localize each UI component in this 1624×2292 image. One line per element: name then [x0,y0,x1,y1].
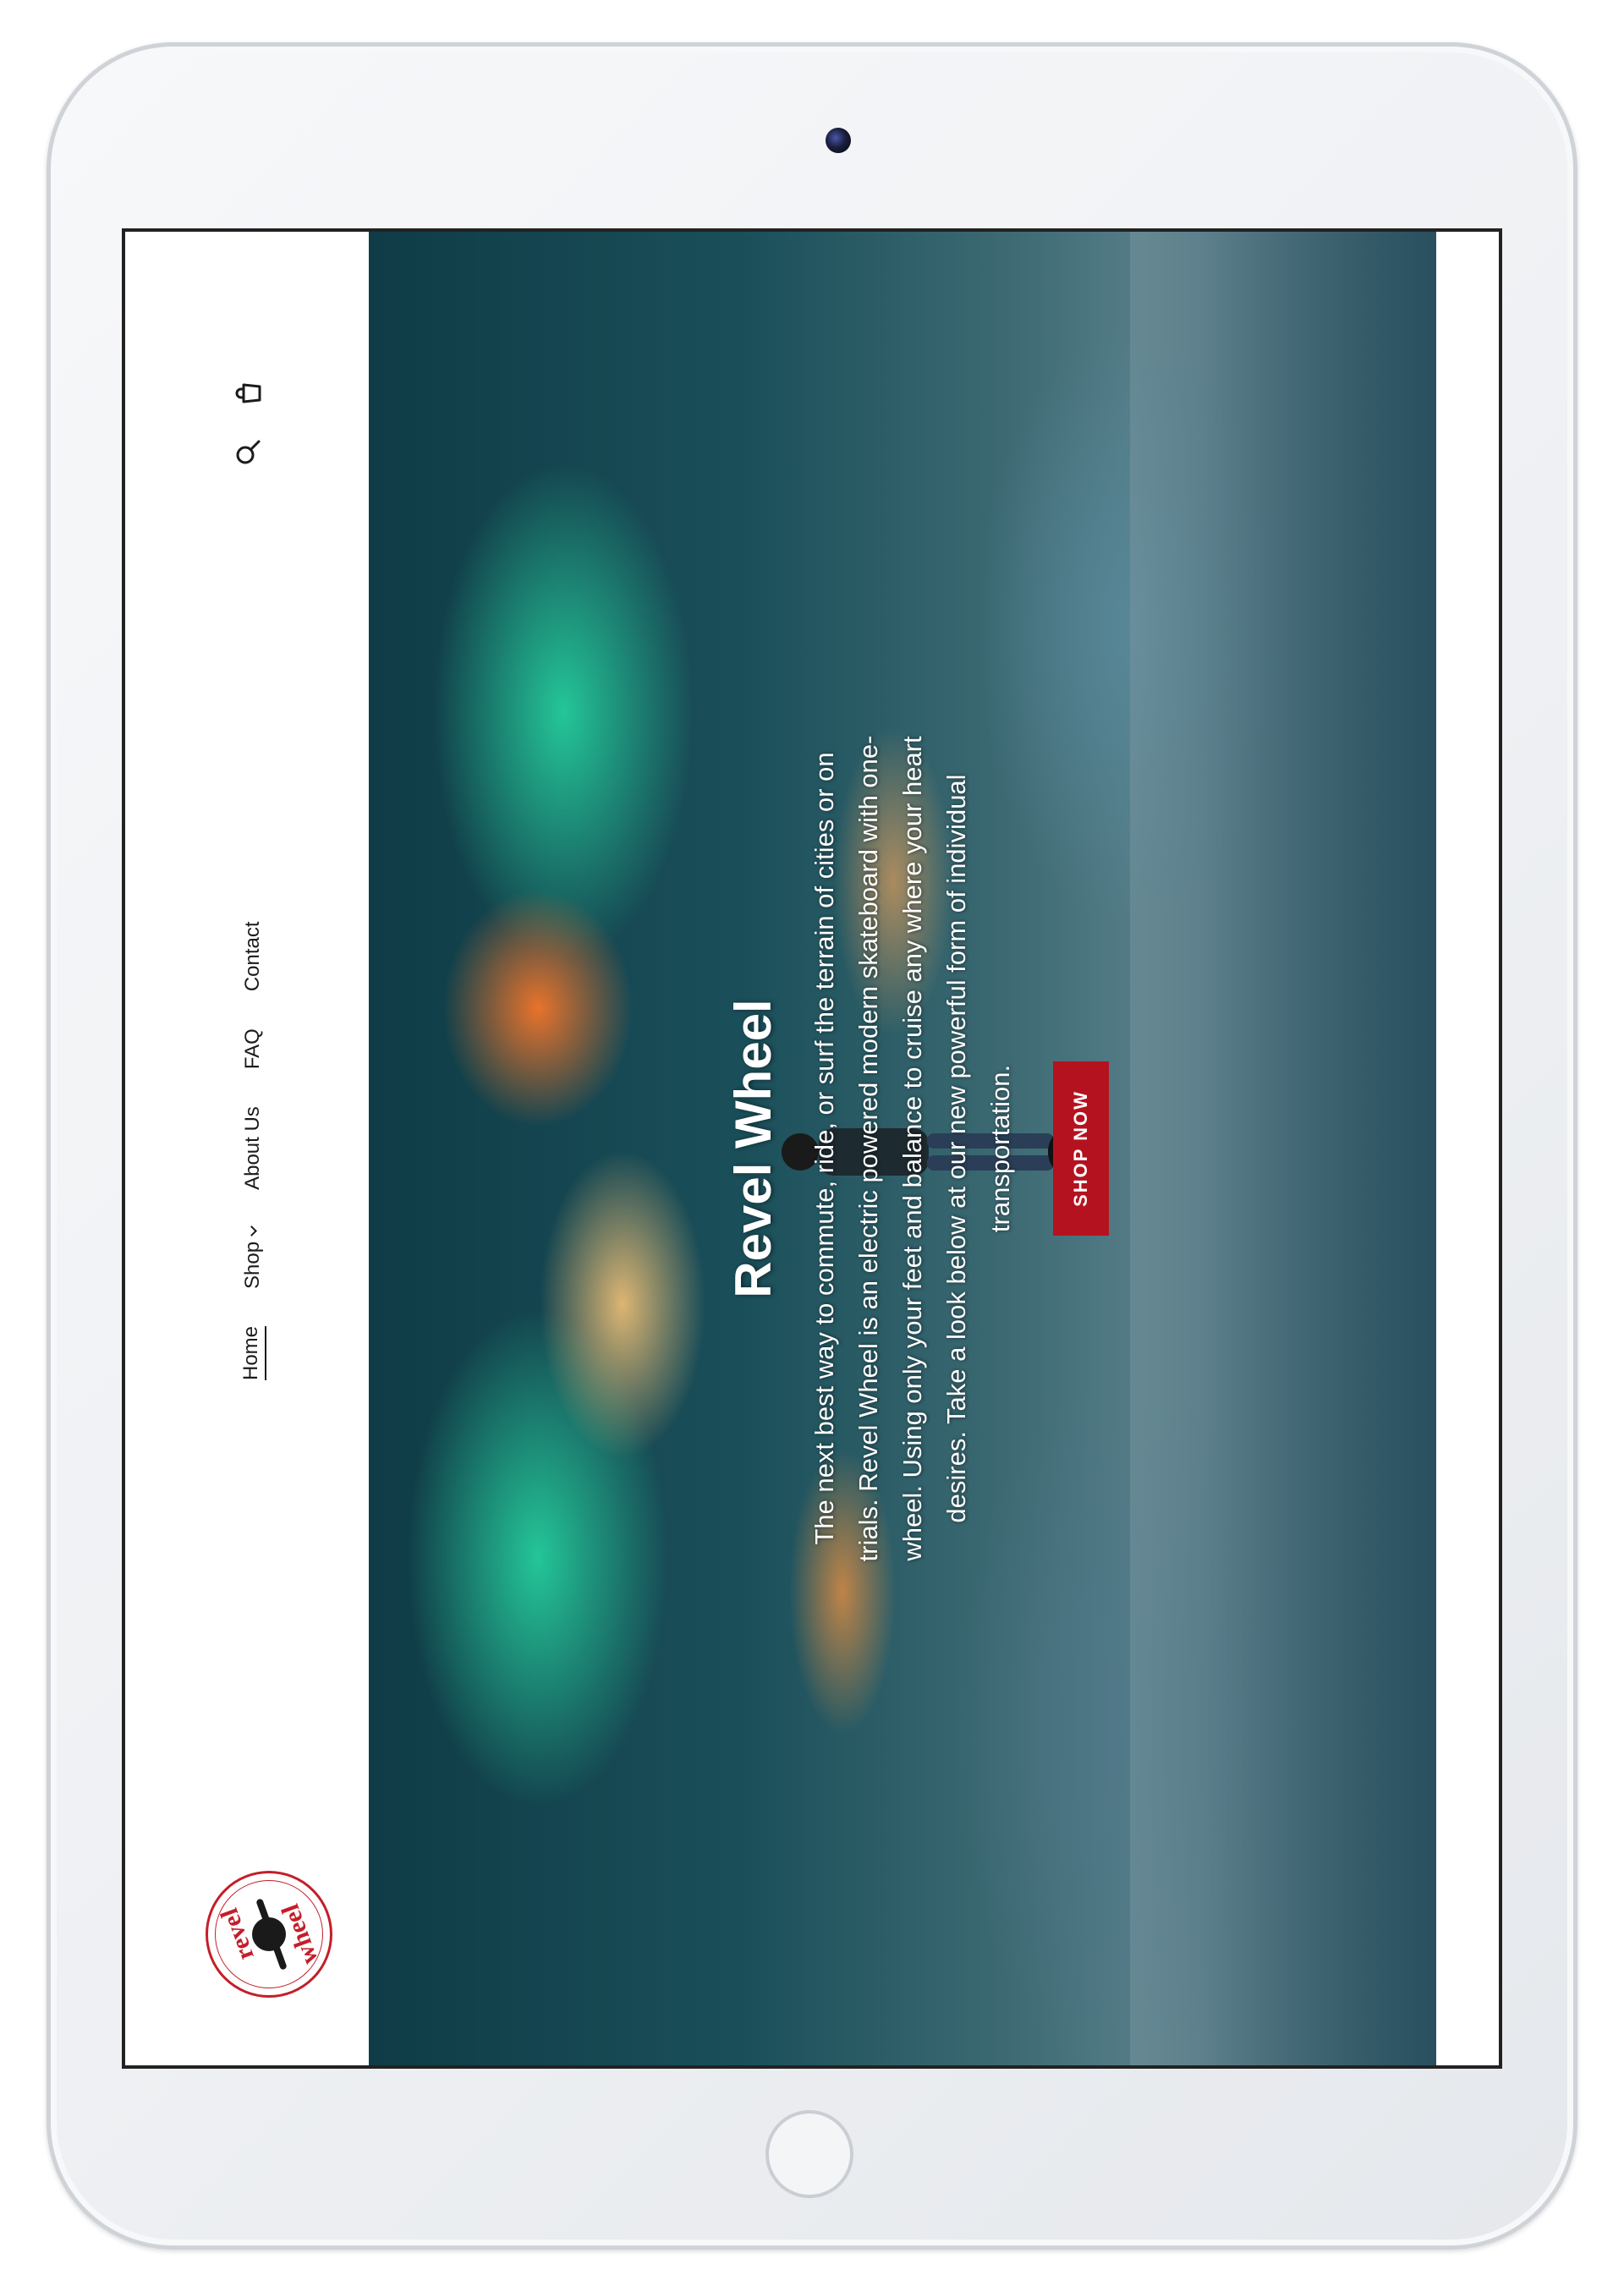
web-page: revel wheel Home Shop About Us FAQ Conta… [125,232,1499,2065]
nav-faq[interactable]: FAQ [241,1028,265,1069]
header-icons [233,379,262,467]
front-camera [826,128,851,153]
nav-faq-label: FAQ [241,1028,264,1070]
page-edge-strip [1436,232,1499,2065]
cart-icon[interactable] [233,379,262,408]
hero-description: The next best way to commute, ride, or s… [809,735,1015,1562]
chevron-down-icon [245,1226,257,1236]
nav-shop-label: Shop [241,1241,264,1289]
hero-title: Revel Wheel [725,999,782,1298]
search-icon[interactable] [233,438,262,467]
hero-banner: Revel Wheel The next best way to commute… [369,232,1436,2065]
nav-contact[interactable]: Contact [241,921,265,991]
nav-home-label: Home [239,1325,262,1380]
nav-about-us[interactable]: About Us [241,1106,265,1190]
nav-home[interactable]: Home [239,1325,266,1380]
site-header: revel wheel Home Shop About Us FAQ Conta… [125,232,369,2065]
hero-content: Revel Wheel The next best way to commute… [724,232,1109,2065]
revel-wheel-logo[interactable]: revel wheel [206,1871,332,1998]
main-nav: Home Shop About Us FAQ Contact [239,921,266,1380]
home-button[interactable] [765,2110,853,2198]
hero-road-background [1130,232,1436,2065]
device-screen: revel wheel Home Shop About Us FAQ Conta… [122,228,1502,2069]
nav-about-label: About Us [241,1106,264,1190]
nav-contact-label: Contact [241,921,264,992]
nav-shop[interactable]: Shop [241,1226,265,1289]
shop-now-button[interactable]: SHOP NOW [1053,1061,1109,1236]
